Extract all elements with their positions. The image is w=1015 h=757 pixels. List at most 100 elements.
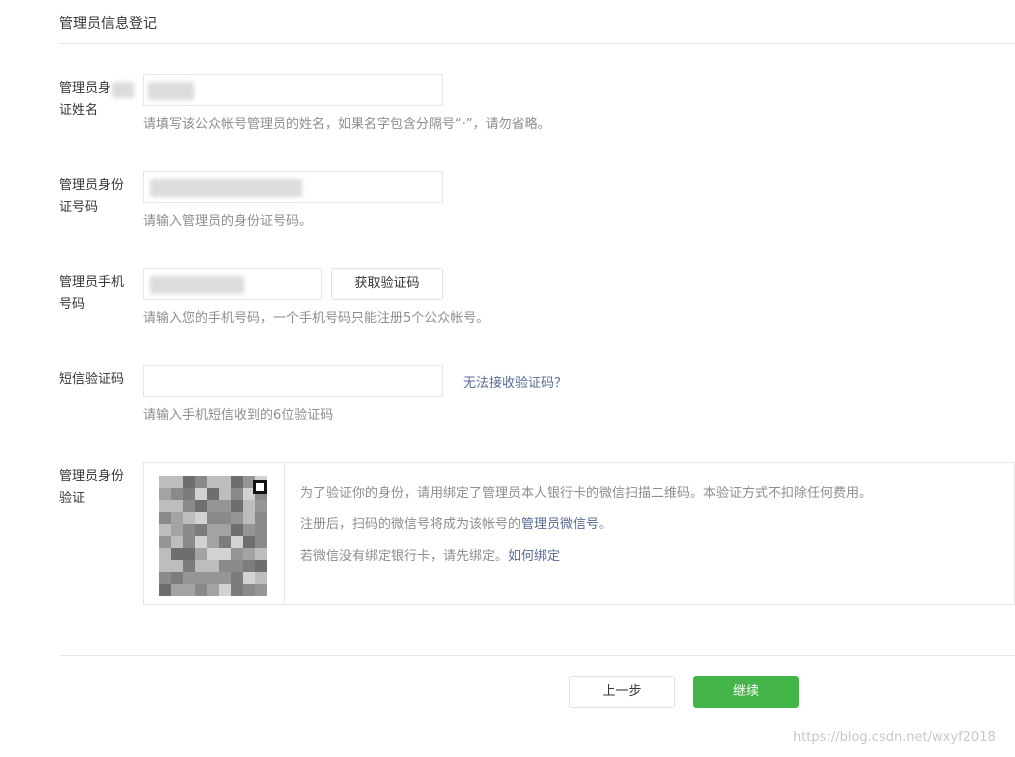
footer-divider — [59, 655, 1015, 656]
qr-pixel — [183, 488, 195, 500]
cannot-receive-code-link[interactable]: 无法接收验证码？ — [463, 372, 567, 391]
qr-pixel — [207, 500, 219, 512]
qr-pixel — [219, 524, 231, 536]
qr-pixel — [171, 560, 183, 572]
sms-code-input[interactable] — [143, 365, 443, 397]
redacted-value — [150, 179, 302, 197]
qr-pixel — [219, 476, 231, 488]
qr-pixel — [183, 560, 195, 572]
redacted-value — [150, 276, 244, 294]
qr-pixel — [231, 476, 243, 488]
qr-pixel — [231, 584, 243, 596]
qr-pixel — [207, 524, 219, 536]
admin-wechat-highlight: 管理员微信号 — [521, 517, 600, 532]
qr-pixel — [219, 584, 231, 596]
qr-pixel — [171, 584, 183, 596]
qr-pixel — [255, 524, 267, 536]
qr-pixel — [219, 560, 231, 572]
qr-pixel — [195, 584, 207, 596]
qr-pixel — [195, 548, 207, 560]
qr-pixel — [219, 572, 231, 584]
qr-pixel — [183, 572, 195, 584]
sms-label: 短信验证码 — [59, 372, 125, 387]
qr-pixel — [207, 548, 219, 560]
qr-pixel — [231, 548, 243, 560]
phone-label-line1: 管理员手机 — [59, 275, 125, 290]
qr-pixel — [159, 560, 171, 572]
qr-pixel — [171, 524, 183, 536]
qr-pixel — [255, 560, 267, 572]
section-divider — [59, 43, 1015, 44]
qr-pixel — [207, 488, 219, 500]
qr-pixel — [255, 548, 267, 560]
qr-pixel — [207, 572, 219, 584]
qr-pixel — [195, 524, 207, 536]
qr-pixel — [231, 536, 243, 548]
qr-pixel — [231, 512, 243, 524]
id-label: 管理员身份 证号码 — [59, 175, 135, 219]
verify-instruction: 为了验证你的身份，请用绑定了管理员本人银行卡的微信扫描二维码。本验证方式不扣除任… — [300, 486, 873, 501]
qr-pixel — [243, 560, 255, 572]
qr-pixel — [195, 572, 207, 584]
qr-pixel — [183, 536, 195, 548]
name-tip: 请填写该公众帐号管理员的姓名，如果名字包含分隔号“·”，请勿省略。 — [143, 117, 551, 132]
qr-pixel — [171, 488, 183, 500]
qr-pixel — [171, 572, 183, 584]
how-to-bind-link[interactable]: 如何绑定 — [508, 549, 560, 564]
qr-pixel — [183, 512, 195, 524]
phone-label: 管理员手机 号码 — [59, 272, 135, 316]
qr-code-icon[interactable] — [159, 476, 269, 596]
qr-pixel — [255, 512, 267, 524]
identity-label: 管理员身份 验证 — [59, 466, 135, 510]
sms-tip: 请输入手机短信收到的6位验证码 — [143, 408, 334, 423]
qr-pixel — [255, 536, 267, 548]
qr-pixel — [219, 488, 231, 500]
id-number-input[interactable] — [143, 171, 443, 203]
qr-pixel — [219, 548, 231, 560]
qr-pixel — [159, 512, 171, 524]
qr-code-area — [144, 463, 285, 604]
qr-pixel — [195, 512, 207, 524]
qr-pixel — [243, 548, 255, 560]
qr-pixel — [159, 500, 171, 512]
qr-pixel — [183, 584, 195, 596]
qr-pixel — [243, 536, 255, 548]
qr-pixel — [195, 560, 207, 572]
continue-button[interactable]: 继续 — [693, 676, 799, 708]
previous-step-button[interactable]: 上一步 — [569, 676, 675, 708]
qr-pixel — [195, 488, 207, 500]
name-input[interactable] — [143, 74, 443, 106]
qr-pixel — [171, 536, 183, 548]
qr-pixel — [207, 512, 219, 524]
qr-pixel — [159, 488, 171, 500]
section-title: 管理员信息登记 — [59, 16, 157, 32]
qr-pixel — [231, 500, 243, 512]
verify-bind-note: 若微信没有绑定银行卡，请先绑定。如何绑定 — [300, 545, 560, 564]
qr-pixel — [159, 476, 171, 488]
verify-admin-note: 注册后，扫码的微信号将成为该帐号的管理员微信号。 — [300, 513, 612, 532]
qr-pixel — [183, 500, 195, 512]
get-code-button[interactable]: 获取验证码 — [331, 268, 443, 300]
qr-pixel — [159, 572, 171, 584]
qr-pixel — [231, 572, 243, 584]
qr-pixel — [171, 476, 183, 488]
qr-pixel — [243, 524, 255, 536]
qr-pixel — [207, 536, 219, 548]
bind-note-text: 若微信没有绑定银行卡，请先绑定。 — [300, 549, 509, 564]
phone-input[interactable] — [143, 268, 322, 300]
qr-pixel — [243, 500, 255, 512]
qr-pixel — [255, 500, 267, 512]
qr-pixel — [159, 536, 171, 548]
redacted-value — [148, 82, 194, 100]
qr-pixel — [159, 548, 171, 560]
qr-pixel — [255, 584, 267, 596]
qr-pixel — [219, 500, 231, 512]
qr-pixel — [183, 476, 195, 488]
qr-pixel — [243, 512, 255, 524]
qr-pixel — [171, 500, 183, 512]
qr-pixel — [243, 572, 255, 584]
qr-pixel — [171, 548, 183, 560]
qr-pixel — [231, 560, 243, 572]
qr-pixel — [195, 476, 207, 488]
name-label-line2: 证姓名 — [59, 103, 99, 118]
